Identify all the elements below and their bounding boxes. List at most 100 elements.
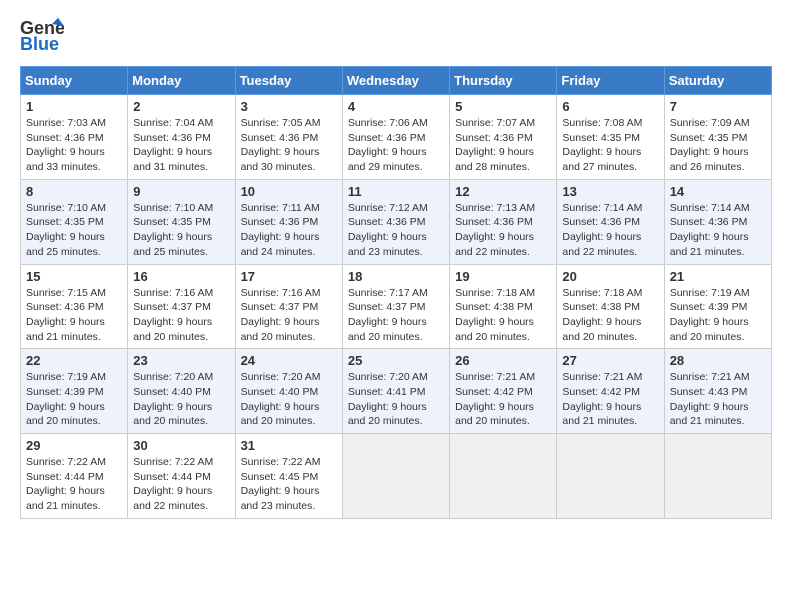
- day-number: 4: [348, 99, 444, 114]
- calendar-cell: 16 Sunrise: 7:16 AM Sunset: 4:37 PM Dayl…: [128, 264, 235, 349]
- daylight-label: Daylight: 9 hours and 20 minutes.: [348, 316, 427, 343]
- day-info: Sunrise: 7:16 AM Sunset: 4:37 PM Dayligh…: [241, 286, 337, 345]
- day-info: Sunrise: 7:10 AM Sunset: 4:35 PM Dayligh…: [133, 201, 229, 260]
- day-number: 14: [670, 184, 766, 199]
- day-info: Sunrise: 7:13 AM Sunset: 4:36 PM Dayligh…: [455, 201, 551, 260]
- sunset-label: Sunset: 4:40 PM: [241, 386, 319, 398]
- weekday-header-thursday: Thursday: [450, 67, 557, 95]
- calendar-cell: 14 Sunrise: 7:14 AM Sunset: 4:36 PM Dayl…: [664, 179, 771, 264]
- calendar-cell: 8 Sunrise: 7:10 AM Sunset: 4:35 PM Dayli…: [21, 179, 128, 264]
- daylight-label: Daylight: 9 hours and 20 minutes.: [670, 316, 749, 343]
- day-info: Sunrise: 7:19 AM Sunset: 4:39 PM Dayligh…: [26, 370, 122, 429]
- daylight-label: Daylight: 9 hours and 20 minutes.: [241, 316, 320, 343]
- day-info: Sunrise: 7:14 AM Sunset: 4:36 PM Dayligh…: [670, 201, 766, 260]
- day-info: Sunrise: 7:18 AM Sunset: 4:38 PM Dayligh…: [562, 286, 658, 345]
- day-number: 7: [670, 99, 766, 114]
- day-number: 23: [133, 353, 229, 368]
- calendar-week-2: 8 Sunrise: 7:10 AM Sunset: 4:35 PM Dayli…: [21, 179, 772, 264]
- sunrise-label: Sunrise: 7:21 AM: [670, 371, 750, 383]
- day-info: Sunrise: 7:16 AM Sunset: 4:37 PM Dayligh…: [133, 286, 229, 345]
- weekday-header-friday: Friday: [557, 67, 664, 95]
- calendar-cell: 26 Sunrise: 7:21 AM Sunset: 4:42 PM Dayl…: [450, 349, 557, 434]
- day-info: Sunrise: 7:04 AM Sunset: 4:36 PM Dayligh…: [133, 116, 229, 175]
- weekday-header-tuesday: Tuesday: [235, 67, 342, 95]
- sunrise-label: Sunrise: 7:20 AM: [348, 371, 428, 383]
- daylight-label: Daylight: 9 hours and 22 minutes.: [455, 231, 534, 258]
- daylight-label: Daylight: 9 hours and 25 minutes.: [26, 231, 105, 258]
- daylight-label: Daylight: 9 hours and 20 minutes.: [241, 401, 320, 428]
- day-number: 2: [133, 99, 229, 114]
- sunset-label: Sunset: 4:36 PM: [26, 301, 104, 313]
- calendar-cell: 13 Sunrise: 7:14 AM Sunset: 4:36 PM Dayl…: [557, 179, 664, 264]
- weekday-header-wednesday: Wednesday: [342, 67, 449, 95]
- daylight-label: Daylight: 9 hours and 22 minutes.: [133, 485, 212, 512]
- sunset-label: Sunset: 4:43 PM: [670, 386, 748, 398]
- sunrise-label: Sunrise: 7:21 AM: [455, 371, 535, 383]
- sunset-label: Sunset: 4:39 PM: [670, 301, 748, 313]
- calendar-cell: 12 Sunrise: 7:13 AM Sunset: 4:36 PM Dayl…: [450, 179, 557, 264]
- sunrise-label: Sunrise: 7:09 AM: [670, 117, 750, 129]
- calendar-cell: 28 Sunrise: 7:21 AM Sunset: 4:43 PM Dayl…: [664, 349, 771, 434]
- day-info: Sunrise: 7:06 AM Sunset: 4:36 PM Dayligh…: [348, 116, 444, 175]
- sunrise-label: Sunrise: 7:15 AM: [26, 287, 106, 299]
- sunset-label: Sunset: 4:38 PM: [562, 301, 640, 313]
- sunrise-label: Sunrise: 7:07 AM: [455, 117, 535, 129]
- daylight-label: Daylight: 9 hours and 22 minutes.: [562, 231, 641, 258]
- daylight-label: Daylight: 9 hours and 20 minutes.: [26, 401, 105, 428]
- sunrise-label: Sunrise: 7:19 AM: [26, 371, 106, 383]
- sunset-label: Sunset: 4:36 PM: [455, 216, 533, 228]
- sunset-label: Sunset: 4:44 PM: [133, 471, 211, 483]
- sunset-label: Sunset: 4:37 PM: [241, 301, 319, 313]
- daylight-label: Daylight: 9 hours and 29 minutes.: [348, 146, 427, 173]
- weekday-header-saturday: Saturday: [664, 67, 771, 95]
- calendar-cell: [342, 434, 449, 519]
- sunset-label: Sunset: 4:41 PM: [348, 386, 426, 398]
- day-info: Sunrise: 7:15 AM Sunset: 4:36 PM Dayligh…: [26, 286, 122, 345]
- day-number: 28: [670, 353, 766, 368]
- calendar-week-5: 29 Sunrise: 7:22 AM Sunset: 4:44 PM Dayl…: [21, 434, 772, 519]
- sunset-label: Sunset: 4:35 PM: [670, 132, 748, 144]
- calendar-cell: [557, 434, 664, 519]
- daylight-label: Daylight: 9 hours and 21 minutes.: [670, 231, 749, 258]
- day-info: Sunrise: 7:19 AM Sunset: 4:39 PM Dayligh…: [670, 286, 766, 345]
- calendar-cell: 18 Sunrise: 7:17 AM Sunset: 4:37 PM Dayl…: [342, 264, 449, 349]
- calendar-cell: 25 Sunrise: 7:20 AM Sunset: 4:41 PM Dayl…: [342, 349, 449, 434]
- calendar-cell: 20 Sunrise: 7:18 AM Sunset: 4:38 PM Dayl…: [557, 264, 664, 349]
- calendar-cell: 10 Sunrise: 7:11 AM Sunset: 4:36 PM Dayl…: [235, 179, 342, 264]
- sunrise-label: Sunrise: 7:14 AM: [562, 202, 642, 214]
- sunset-label: Sunset: 4:38 PM: [455, 301, 533, 313]
- header: General Blue: [20, 16, 772, 54]
- daylight-label: Daylight: 9 hours and 20 minutes.: [455, 401, 534, 428]
- logo-icon: General Blue: [20, 16, 64, 54]
- sunset-label: Sunset: 4:42 PM: [455, 386, 533, 398]
- day-info: Sunrise: 7:22 AM Sunset: 4:44 PM Dayligh…: [133, 455, 229, 514]
- daylight-label: Daylight: 9 hours and 25 minutes.: [133, 231, 212, 258]
- sunset-label: Sunset: 4:45 PM: [241, 471, 319, 483]
- day-number: 3: [241, 99, 337, 114]
- sunset-label: Sunset: 4:35 PM: [26, 216, 104, 228]
- sunrise-label: Sunrise: 7:12 AM: [348, 202, 428, 214]
- daylight-label: Daylight: 9 hours and 33 minutes.: [26, 146, 105, 173]
- calendar-table: SundayMondayTuesdayWednesdayThursdayFrid…: [20, 66, 772, 519]
- sunset-label: Sunset: 4:36 PM: [455, 132, 533, 144]
- calendar-cell: 19 Sunrise: 7:18 AM Sunset: 4:38 PM Dayl…: [450, 264, 557, 349]
- calendar-week-3: 15 Sunrise: 7:15 AM Sunset: 4:36 PM Dayl…: [21, 264, 772, 349]
- day-info: Sunrise: 7:12 AM Sunset: 4:36 PM Dayligh…: [348, 201, 444, 260]
- sunrise-label: Sunrise: 7:18 AM: [455, 287, 535, 299]
- sunset-label: Sunset: 4:36 PM: [348, 216, 426, 228]
- calendar-cell: 24 Sunrise: 7:20 AM Sunset: 4:40 PM Dayl…: [235, 349, 342, 434]
- calendar-cell: 31 Sunrise: 7:22 AM Sunset: 4:45 PM Dayl…: [235, 434, 342, 519]
- daylight-label: Daylight: 9 hours and 21 minutes.: [26, 485, 105, 512]
- sunrise-label: Sunrise: 7:13 AM: [455, 202, 535, 214]
- day-info: Sunrise: 7:22 AM Sunset: 4:44 PM Dayligh…: [26, 455, 122, 514]
- calendar-cell: 17 Sunrise: 7:16 AM Sunset: 4:37 PM Dayl…: [235, 264, 342, 349]
- calendar-cell: 2 Sunrise: 7:04 AM Sunset: 4:36 PM Dayli…: [128, 95, 235, 180]
- calendar-cell: [664, 434, 771, 519]
- sunrise-label: Sunrise: 7:22 AM: [241, 456, 321, 468]
- day-info: Sunrise: 7:17 AM Sunset: 4:37 PM Dayligh…: [348, 286, 444, 345]
- day-number: 25: [348, 353, 444, 368]
- sunrise-label: Sunrise: 7:22 AM: [26, 456, 106, 468]
- day-info: Sunrise: 7:05 AM Sunset: 4:36 PM Dayligh…: [241, 116, 337, 175]
- day-number: 16: [133, 269, 229, 284]
- logo: General Blue: [20, 16, 64, 54]
